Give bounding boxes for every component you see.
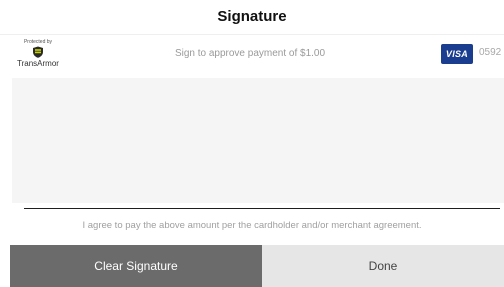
done-button[interactable]: Done bbox=[262, 245, 504, 287]
clear-signature-button[interactable]: Clear Signature bbox=[10, 245, 262, 287]
transarmor-brand-label: TransArmor bbox=[17, 59, 59, 68]
approve-payment-text: Sign to approve payment of $1.00 bbox=[174, 48, 326, 59]
transarmor-logo: Protected by TransArmor bbox=[14, 39, 62, 73]
protected-by-label: Protected by bbox=[23, 39, 53, 45]
signature-pad[interactable] bbox=[12, 78, 504, 203]
payment-info-bar: Protected by TransArmor Sign to approve … bbox=[0, 34, 504, 74]
agreement-text: I agree to pay the above amount per the … bbox=[82, 220, 422, 231]
card-last-digits: 0592 bbox=[479, 47, 502, 58]
signature-line bbox=[24, 208, 500, 209]
shield-icon bbox=[33, 46, 43, 58]
visa-card-icon: VISA bbox=[441, 44, 473, 64]
page-title: Signature bbox=[217, 8, 287, 25]
